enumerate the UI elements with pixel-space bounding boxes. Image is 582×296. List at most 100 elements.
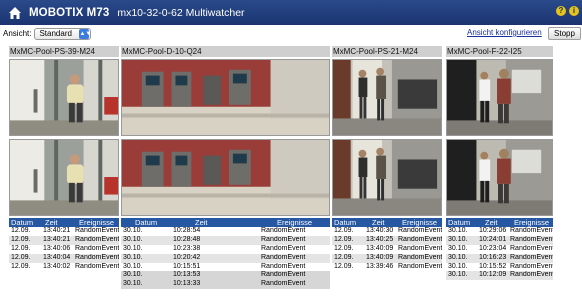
event-name: RandomEvent bbox=[75, 253, 119, 261]
event-time: 10:23:38 bbox=[173, 244, 201, 252]
event-date: 12.09. bbox=[334, 262, 354, 270]
event-row[interactable]: 30.10. 10:23:38 RandomEvent bbox=[121, 244, 330, 254]
event-row[interactable]: 30.10. 10:15:51 RandomEvent bbox=[121, 262, 330, 272]
stop-button[interactable]: Stopp bbox=[548, 27, 581, 40]
camera-panel: MxMC-Pool-PS-39-M24 Datum Zeit Ereigniss… bbox=[9, 46, 119, 296]
view-select[interactable]: Standard ▲▼ bbox=[34, 27, 92, 40]
event-row[interactable]: 12.09. 13:40:21 RandomEvent bbox=[9, 235, 119, 245]
event-row[interactable]: 30.10. 10:20:42 RandomEvent bbox=[121, 253, 330, 263]
help-icon[interactable]: ? bbox=[556, 6, 566, 16]
event-time: 10:13:33 bbox=[173, 280, 201, 288]
event-time: 13:40:21 bbox=[43, 227, 71, 234]
home-icon[interactable] bbox=[8, 6, 22, 20]
event-row[interactable]: 30.10. 10:23:04 RandomEvent bbox=[446, 244, 553, 254]
event-name: RandomEvent bbox=[510, 244, 553, 252]
camera-image-event[interactable] bbox=[9, 139, 119, 216]
event-name: RandomEvent bbox=[261, 271, 306, 279]
col-date: Datum bbox=[135, 218, 158, 227]
event-name: RandomEvent bbox=[261, 235, 306, 243]
col-events: Ereignisse bbox=[402, 218, 438, 227]
event-name: RandomEvent bbox=[261, 253, 306, 261]
event-time: 10:13:53 bbox=[173, 271, 201, 279]
event-time: 10:12:09 bbox=[479, 271, 507, 279]
event-time: 13:40:06 bbox=[43, 244, 71, 252]
event-date: 30.10. bbox=[123, 280, 143, 288]
event-rows: 30.10. 10:28:54 RandomEvent 30.10. 10:28:48 R… bbox=[121, 227, 330, 290]
event-date: 12.09. bbox=[334, 253, 354, 261]
view-select-value: Standard bbox=[39, 29, 72, 38]
col-date: Datum bbox=[11, 218, 34, 227]
camera-image-event[interactable] bbox=[121, 139, 330, 216]
camera-image-live[interactable] bbox=[9, 59, 119, 136]
event-date: 30.10. bbox=[448, 271, 468, 279]
event-rows: 12.09. 13:40:21 RandomEvent 12.09. 13:40:21 R… bbox=[9, 227, 119, 272]
event-time: 13:40:04 bbox=[43, 253, 71, 261]
event-row[interactable]: 12.09. 13:40:06 RandomEvent bbox=[9, 244, 119, 254]
event-time: 13:40:09 bbox=[366, 244, 394, 252]
event-date: 12.09. bbox=[11, 235, 31, 243]
event-name: RandomEvent bbox=[398, 227, 442, 234]
event-date: 30.10. bbox=[448, 262, 468, 270]
camera-name: MxMC-Pool-PS-21-M24 bbox=[332, 46, 442, 57]
event-time: 13:39:46 bbox=[366, 262, 394, 270]
event-row[interactable]: 12.09. 13:40:30 RandomEvent bbox=[332, 227, 442, 236]
event-time: 13:40:25 bbox=[366, 235, 394, 243]
col-date: Datum bbox=[334, 218, 357, 227]
event-row[interactable]: 30.10. 10:28:54 RandomEvent bbox=[121, 227, 330, 236]
event-row[interactable]: 12.09. 13:39:46 RandomEvent bbox=[332, 262, 442, 272]
event-row[interactable]: 12.09. 13:40:25 RandomEvent bbox=[332, 235, 442, 245]
event-name: RandomEvent bbox=[510, 262, 553, 270]
event-date: 12.09. bbox=[11, 262, 31, 270]
event-name: RandomEvent bbox=[398, 262, 442, 270]
configure-view-link[interactable]: Ansicht konfigurieren bbox=[467, 28, 542, 37]
event-row[interactable]: 12.09. 13:40:04 RandomEvent bbox=[9, 253, 119, 263]
event-date: 30.10. bbox=[123, 271, 143, 279]
event-time: 13:40:30 bbox=[366, 227, 394, 234]
col-events: Ereignisse bbox=[79, 218, 115, 227]
event-date: 30.10. bbox=[448, 244, 468, 252]
event-list-header: Datum Zeit Ereignisse bbox=[332, 218, 442, 227]
event-time: 13:40:21 bbox=[43, 235, 71, 243]
event-name: RandomEvent bbox=[75, 244, 119, 252]
event-time: 10:15:52 bbox=[479, 262, 507, 270]
event-row[interactable]: 30.10. 10:29:06 RandomEvent bbox=[446, 227, 553, 236]
event-row[interactable]: 30.10. 10:15:52 RandomEvent bbox=[446, 262, 553, 272]
event-time: 10:29:06 bbox=[479, 227, 507, 234]
event-row[interactable]: 12.09. 13:40:09 RandomEvent bbox=[332, 253, 442, 263]
event-row[interactable]: 30.10. 10:16:23 RandomEvent bbox=[446, 253, 553, 263]
event-row[interactable]: 30.10. 10:12:09 RandomEvent bbox=[446, 271, 553, 281]
event-date: 30.10. bbox=[448, 253, 468, 261]
event-row[interactable]: 12.09. 13:40:02 RandomEvent bbox=[9, 262, 119, 272]
event-row[interactable]: 30.10. 10:13:33 RandomEvent bbox=[121, 280, 330, 290]
info-icon[interactable]: i bbox=[569, 6, 579, 16]
camera-name: MxMC-Pool-D-10-Q24 bbox=[121, 46, 330, 57]
event-name: RandomEvent bbox=[75, 262, 119, 270]
col-date: Datum bbox=[448, 218, 471, 227]
title-bar: MOBOTIX M73 mx10-32-0-62 Multiwatcher ? … bbox=[0, 0, 582, 25]
event-name: RandomEvent bbox=[261, 244, 306, 252]
event-date: 12.09. bbox=[11, 227, 31, 234]
view-label: Ansicht: bbox=[3, 29, 32, 38]
col-time: Zeit bbox=[372, 218, 385, 227]
event-list: Datum Zeit Ereignisse 30.10. 10:28:54 Rand… bbox=[121, 218, 330, 290]
camera-panel: MxMC-Pool-D-10-Q24 Datum Zeit Ereignisse… bbox=[121, 46, 330, 296]
event-row[interactable]: 30.10. 10:13:53 RandomEvent bbox=[121, 271, 330, 281]
camera-image-live[interactable] bbox=[446, 59, 553, 136]
event-name: RandomEvent bbox=[75, 227, 119, 234]
event-time: 10:23:04 bbox=[479, 244, 507, 252]
camera-image-live[interactable] bbox=[332, 59, 442, 136]
event-row[interactable]: 12.09. 13:40:21 RandomEvent bbox=[9, 227, 119, 236]
event-name: RandomEvent bbox=[75, 235, 119, 243]
event-name: RandomEvent bbox=[510, 235, 553, 243]
event-row[interactable]: 30.10. 10:24:01 RandomEvent bbox=[446, 235, 553, 245]
event-list-header: Datum Zeit Ereignisse bbox=[446, 218, 553, 227]
select-arrows-icon: ▲▼ bbox=[79, 28, 92, 39]
camera-image-event[interactable] bbox=[446, 139, 553, 216]
camera-image-live[interactable] bbox=[121, 59, 330, 136]
camera-image-event[interactable] bbox=[332, 139, 442, 216]
brand-title: MOBOTIX M73 bbox=[29, 6, 110, 19]
event-list-header: Datum Zeit Ereignisse bbox=[121, 218, 330, 227]
event-row[interactable]: 12.09. 13:40:09 RandomEvent bbox=[332, 244, 442, 254]
event-time: 10:20:42 bbox=[173, 253, 201, 261]
event-row[interactable]: 30.10. 10:28:48 RandomEvent bbox=[121, 235, 330, 245]
